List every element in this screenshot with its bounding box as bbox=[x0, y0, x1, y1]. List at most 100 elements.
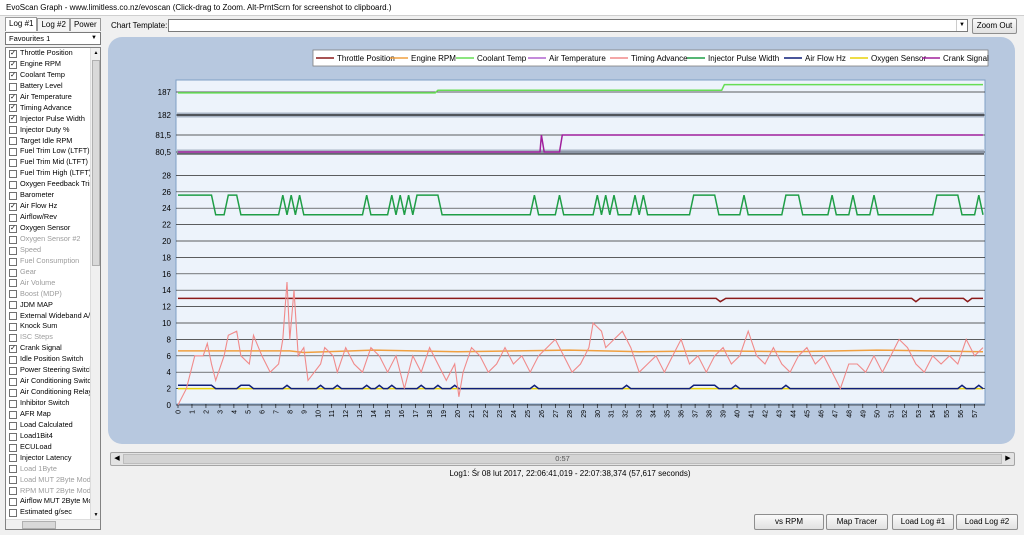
param-checkbox[interactable]: ✓ bbox=[9, 71, 17, 80]
param-checkbox[interactable]: ✓ bbox=[9, 93, 17, 102]
param-item[interactable]: Injector Duty % bbox=[6, 125, 90, 136]
param-checkbox[interactable] bbox=[9, 268, 17, 277]
load-log2-button[interactable]: Load Log #2 bbox=[956, 514, 1018, 530]
param-item[interactable]: Load 1Byte bbox=[6, 464, 90, 475]
param-checkbox[interactable] bbox=[9, 487, 17, 496]
param-item[interactable]: Barometer bbox=[6, 190, 90, 201]
param-checkbox[interactable] bbox=[9, 410, 17, 419]
param-checkbox[interactable] bbox=[9, 465, 17, 474]
zoom-out-button[interactable]: Zoom Out bbox=[972, 18, 1017, 34]
param-item[interactable]: Fuel Trim Mid (LTFT) bbox=[6, 157, 90, 168]
param-checkbox[interactable] bbox=[9, 388, 17, 397]
param-item[interactable]: ✓ Engine RPM bbox=[6, 59, 90, 70]
chart-panel[interactable]: 0 2 4 6 8 10 12 14 16 18 20 22 24 26 28 80,5 81,5 182 187 0… bbox=[108, 37, 1015, 444]
param-checkbox[interactable] bbox=[9, 82, 17, 91]
scroll-up-icon[interactable]: ▲ bbox=[91, 48, 100, 58]
param-checkbox[interactable] bbox=[9, 498, 17, 507]
param-item[interactable]: ✓ Oxygen Sensor bbox=[6, 223, 90, 234]
slider-right-icon[interactable]: ▶ bbox=[1002, 453, 1014, 465]
vertical-scrollbar[interactable]: ▲ ▼ bbox=[90, 48, 100, 520]
param-checkbox[interactable] bbox=[9, 432, 17, 441]
param-checkbox[interactable] bbox=[9, 301, 17, 310]
param-item[interactable]: Speed bbox=[6, 245, 90, 256]
param-checkbox[interactable] bbox=[9, 454, 17, 463]
param-checkbox[interactable] bbox=[9, 421, 17, 430]
param-item[interactable]: Airflow/Rev bbox=[6, 212, 90, 223]
param-item[interactable]: Load Calculated bbox=[6, 420, 90, 431]
map-tracer-button[interactable]: Map Tracer bbox=[826, 514, 888, 530]
param-checkbox[interactable] bbox=[9, 246, 17, 255]
horizontal-scrollbar[interactable] bbox=[6, 519, 100, 529]
param-item[interactable]: ✓ Coolant Temp bbox=[6, 70, 90, 81]
param-item[interactable]: JDM MAP bbox=[6, 300, 90, 311]
chart-svg[interactable]: 024681012141618202224262880,581,51821870… bbox=[108, 37, 1015, 444]
param-item[interactable]: Air Conditioning Relay bbox=[6, 387, 90, 398]
param-checkbox[interactable] bbox=[9, 290, 17, 299]
param-checkbox[interactable] bbox=[9, 170, 17, 179]
param-checkbox[interactable] bbox=[9, 399, 17, 408]
param-item[interactable]: ECULoad bbox=[6, 442, 90, 453]
param-item[interactable]: ISC Steps bbox=[6, 332, 90, 343]
tab-power[interactable]: Power bbox=[69, 18, 101, 31]
param-item[interactable]: Fuel Consumption bbox=[6, 256, 90, 267]
param-item[interactable]: Gear bbox=[6, 267, 90, 278]
param-checkbox[interactable]: ✓ bbox=[9, 49, 17, 58]
param-item[interactable]: Power Steering Switch bbox=[6, 365, 90, 376]
param-checkbox[interactable] bbox=[9, 159, 17, 168]
param-item[interactable]: Load MUT 2Byte Mod bbox=[6, 475, 90, 486]
param-checkbox[interactable] bbox=[9, 323, 17, 332]
param-item[interactable]: Estimated g/sec bbox=[6, 507, 90, 518]
param-checkbox[interactable] bbox=[9, 191, 17, 200]
param-item[interactable]: ✓ Air Temperature bbox=[6, 92, 90, 103]
param-checkbox[interactable]: ✓ bbox=[9, 104, 17, 113]
scrollbar-thumb[interactable] bbox=[92, 60, 100, 266]
param-item[interactable]: ✓ Throttle Position bbox=[6, 48, 90, 59]
param-item[interactable]: Oxygen Feedback Trim bbox=[6, 179, 90, 190]
param-item[interactable]: Fuel Trim Low (LTFT) bbox=[6, 146, 90, 157]
param-item[interactable]: Idle Position Switch bbox=[6, 354, 90, 365]
param-checkbox[interactable] bbox=[9, 181, 17, 190]
parameter-list[interactable]: ✓ Throttle Position ✓ Engine RPM ✓ Coolant Te… bbox=[5, 47, 101, 530]
param-checkbox[interactable]: ✓ bbox=[9, 60, 17, 69]
param-checkbox[interactable] bbox=[9, 137, 17, 146]
param-checkbox[interactable] bbox=[9, 509, 17, 518]
param-item[interactable]: External Wideband A/F bbox=[6, 311, 90, 322]
param-item[interactable]: Air Volume bbox=[6, 278, 90, 289]
param-checkbox[interactable] bbox=[9, 257, 17, 266]
param-item[interactable]: Knock Sum bbox=[6, 321, 90, 332]
param-item[interactable]: Fuel Trim High (LTFT) bbox=[6, 168, 90, 179]
param-item[interactable]: Battery Level bbox=[6, 81, 90, 92]
tab-log1[interactable]: Log #1 bbox=[5, 17, 38, 31]
param-item[interactable]: ✓ Air Flow Hz bbox=[6, 201, 90, 212]
param-item[interactable]: Oxygen Sensor #2 bbox=[6, 234, 90, 245]
param-checkbox[interactable] bbox=[9, 334, 17, 343]
param-item[interactable]: Airflow MUT 2Byte Mod bbox=[6, 496, 90, 507]
param-item[interactable]: Load1Bit4 bbox=[6, 431, 90, 442]
param-checkbox[interactable]: ✓ bbox=[9, 115, 17, 124]
hscrollbar-thumb[interactable] bbox=[22, 521, 56, 529]
param-item[interactable]: ✓ Timing Advance bbox=[6, 103, 90, 114]
param-item[interactable]: RPM MUT 2Byte Mod bbox=[6, 486, 90, 497]
param-checkbox[interactable] bbox=[9, 443, 17, 452]
param-item[interactable]: Injector Latency bbox=[6, 453, 90, 464]
param-item[interactable]: ✓ Crank Signal bbox=[6, 343, 90, 354]
param-checkbox[interactable]: ✓ bbox=[9, 202, 17, 211]
param-checkbox[interactable]: ✓ bbox=[9, 345, 17, 354]
favourites-select[interactable]: Favourites 1 ▼ bbox=[5, 32, 101, 45]
param-checkbox[interactable] bbox=[9, 126, 17, 135]
param-checkbox[interactable] bbox=[9, 279, 17, 288]
param-checkbox[interactable] bbox=[9, 235, 17, 244]
param-checkbox[interactable] bbox=[9, 356, 17, 365]
param-checkbox[interactable] bbox=[9, 476, 17, 485]
load-log1-button[interactable]: Load Log #1 bbox=[892, 514, 954, 530]
vs-rpm-button[interactable]: vs RPM bbox=[754, 514, 824, 530]
param-checkbox[interactable]: ✓ bbox=[9, 224, 17, 233]
time-slider[interactable]: ◀ 0:57 ▶ bbox=[110, 452, 1015, 466]
param-item[interactable]: ✓ Injector Pulse Width bbox=[6, 114, 90, 125]
param-checkbox[interactable] bbox=[9, 377, 17, 386]
param-checkbox[interactable] bbox=[9, 366, 17, 375]
param-item[interactable]: Air Conditioning Switch bbox=[6, 376, 90, 387]
chart-template-select[interactable]: ▼ bbox=[168, 19, 968, 32]
param-item[interactable]: AFR Map bbox=[6, 409, 90, 420]
param-item[interactable]: Boost (MDP) bbox=[6, 289, 90, 300]
